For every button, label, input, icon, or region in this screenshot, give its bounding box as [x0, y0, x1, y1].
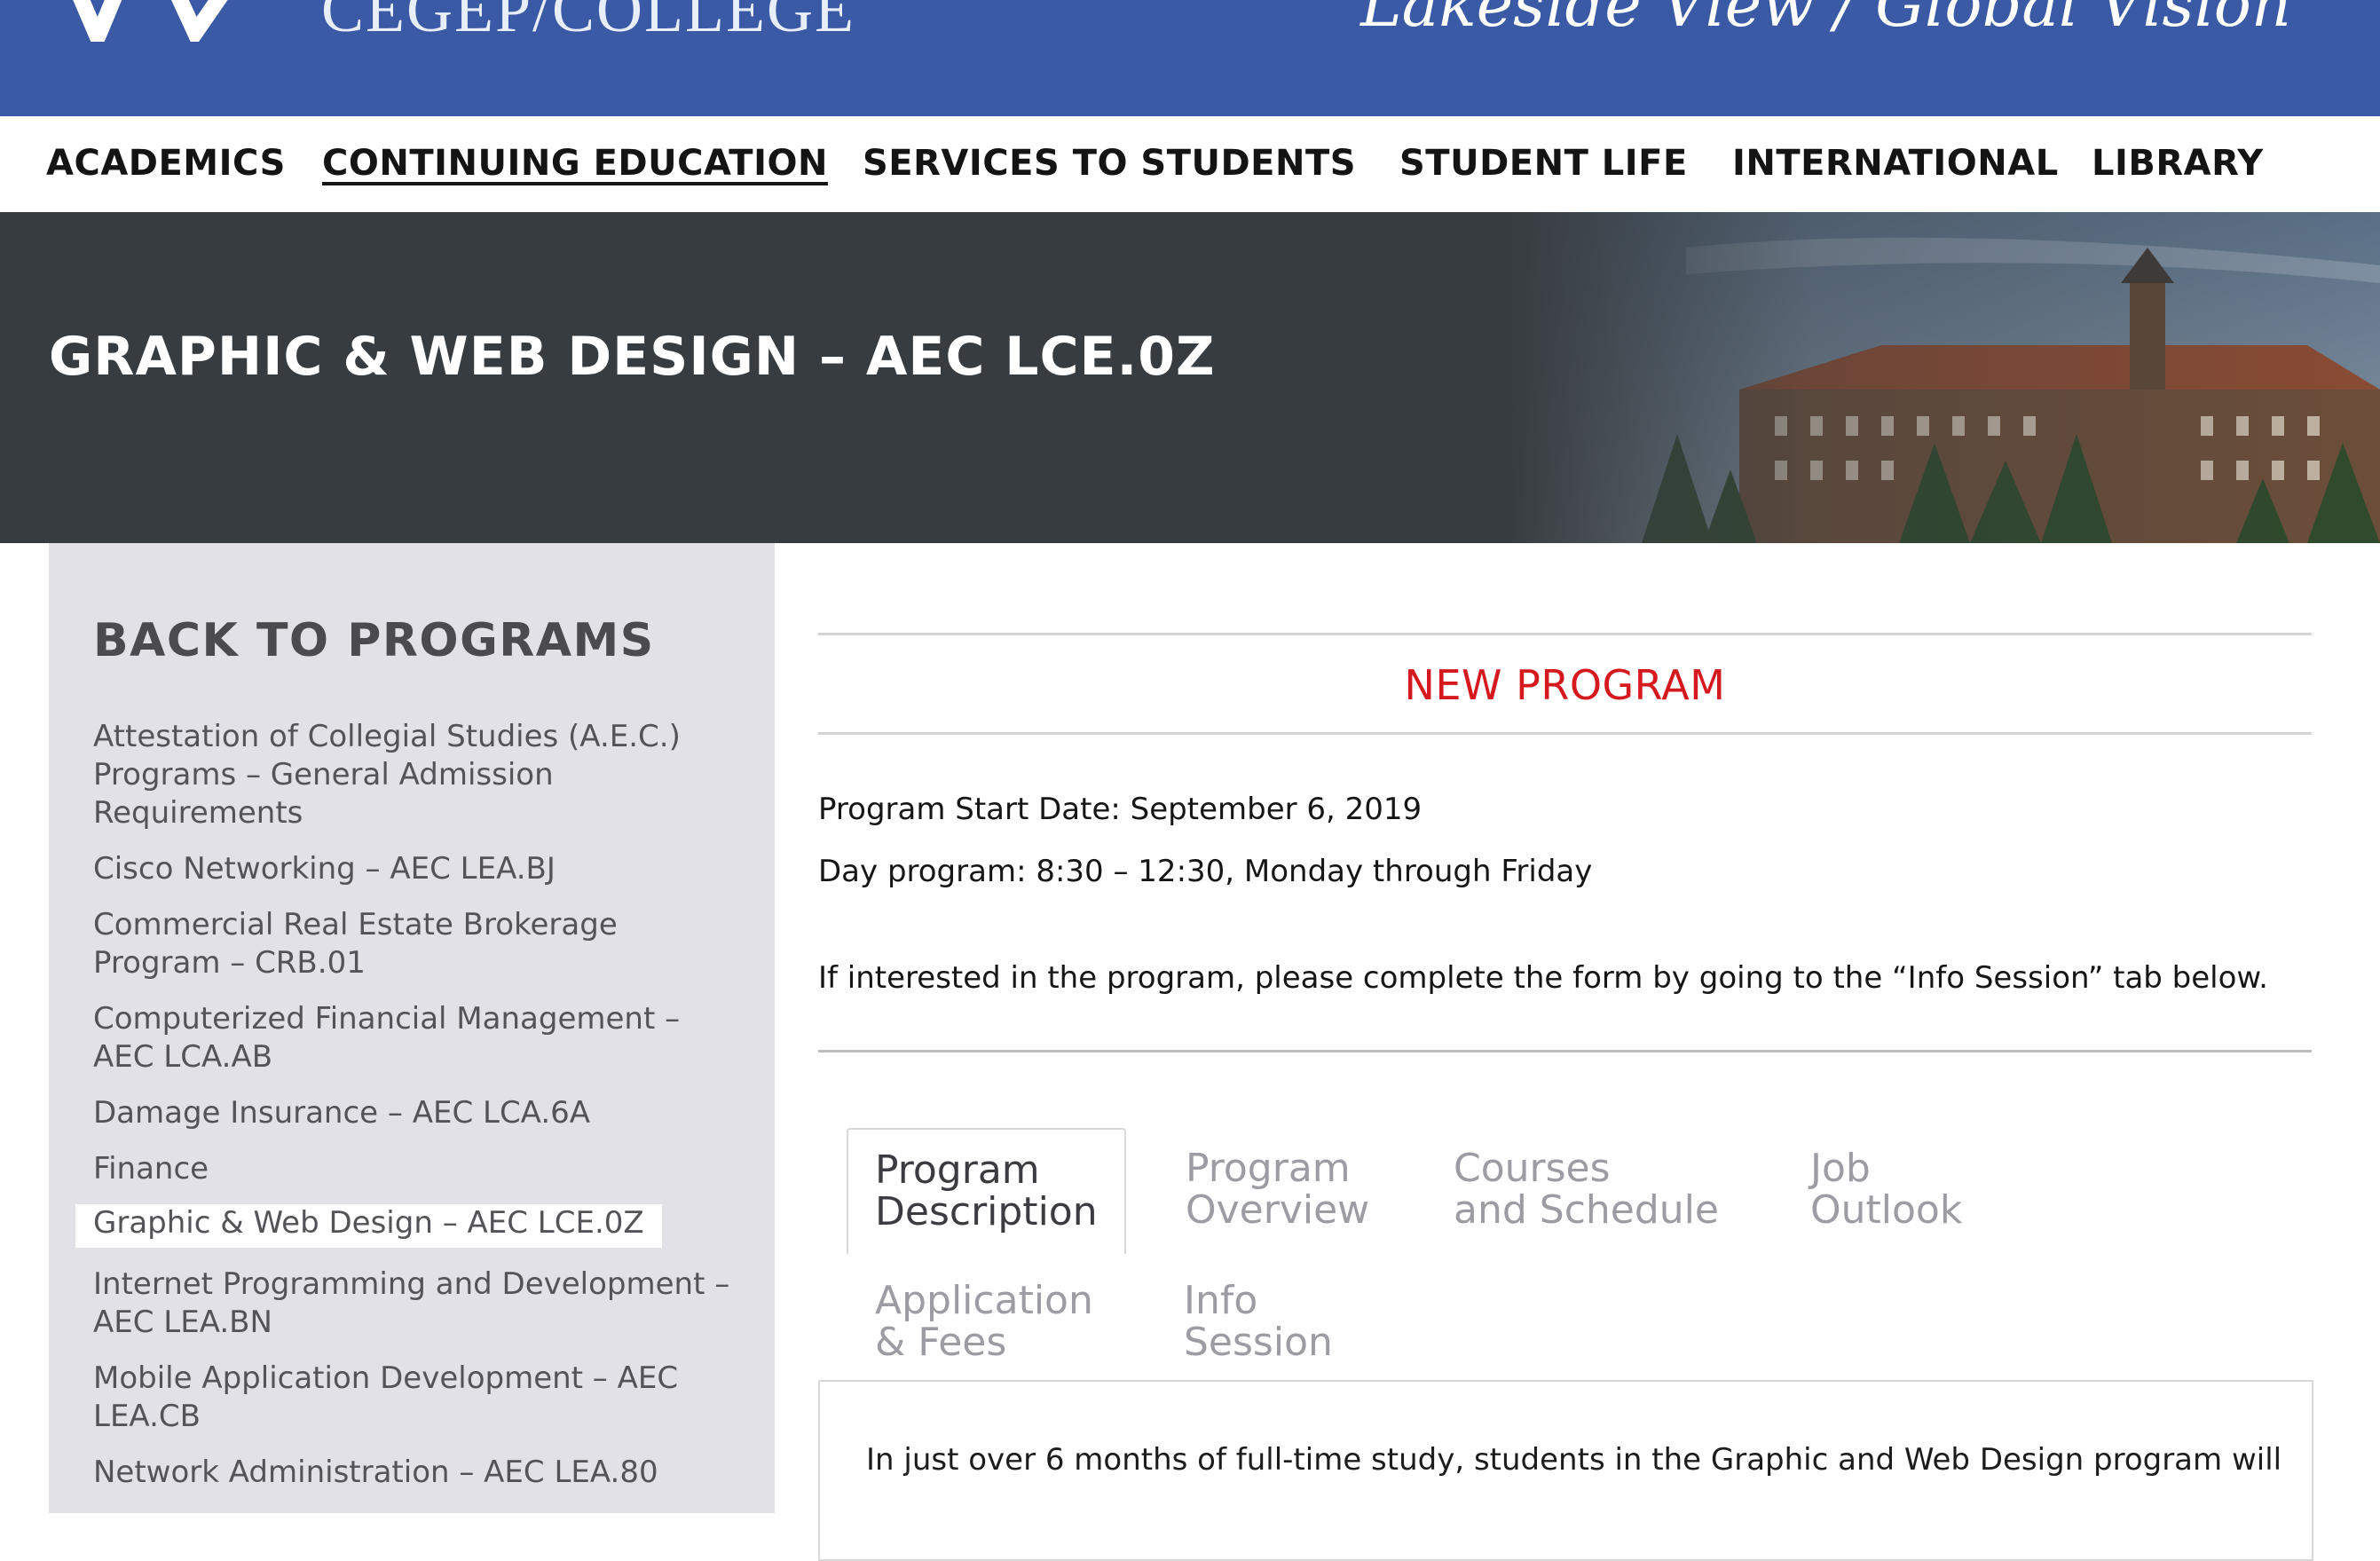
divider [818, 633, 2312, 635]
nav-services-to-students[interactable]: SERVICES TO STUDENTS [863, 143, 1356, 184]
program-description-text: In just over 6 months of full-time study… [866, 1442, 2282, 1478]
tab-label-line2: Description [875, 1189, 1098, 1234]
tab-panel-program-description: In just over 6 months of full-time study… [818, 1380, 2313, 1561]
nav-academics[interactable]: ACADEMICS [46, 143, 286, 184]
brand-name[interactable]: CEGEP/COLLEGE [321, 0, 855, 47]
hero-banner: GRAPHIC & WEB DESIGN – AEC LCE.0Z [0, 212, 2380, 543]
sidebar-item-internet-programming[interactable]: Internet Programming and Development – A… [49, 1264, 775, 1342]
sidebar-item-damage-insurance[interactable]: Damage Insurance – AEC LCA.6A [49, 1092, 775, 1132]
divider [818, 1050, 2312, 1052]
tab-label-line1: Application [875, 1278, 1093, 1323]
sidebar-item-network-admin[interactable]: Network Administration – AEC LEA.80 [49, 1452, 775, 1492]
schedule-text: Day program: 8:30 – 12:30, Monday throug… [818, 854, 1593, 889]
divider [818, 732, 2312, 735]
college-logo[interactable] [62, 0, 240, 59]
new-program-banner: NEW PROGRAM [1404, 661, 1726, 709]
tab-label-line1: Program [1186, 1146, 1351, 1191]
main-nav: ACADEMICS CONTINUING EDUCATION SERVICES … [0, 116, 2380, 213]
page-title: GRAPHIC & WEB DESIGN – AEC LCE.0Z [49, 326, 1216, 388]
sidebar-item-graphic-web-design[interactable]: Graphic & Web Design – AEC LCE.0Z [75, 1204, 662, 1248]
site-banner: CEGEP/COLLEGE Lakeside View / Global Vis… [0, 0, 2380, 116]
nav-continuing-education[interactable]: CONTINUING EDUCATION [322, 143, 828, 184]
tab-application-fees[interactable]: Application & Fees [875, 1280, 1093, 1363]
tab-label-line2: Overview [1186, 1187, 1370, 1233]
tab-courses-schedule[interactable]: Courses and Schedule [1454, 1147, 1719, 1231]
sidebar-item-aec-requirements[interactable]: Attestation of Collegial Studies (A.E.C.… [49, 716, 775, 832]
tab-label-line2: Session [1184, 1320, 1333, 1365]
campus-building-image [1509, 212, 2380, 543]
tab-label-line1: Program [875, 1147, 1040, 1193]
program-tabs: Program Description Program Overview Cou… [847, 1118, 2311, 1363]
tab-program-overview[interactable]: Program Overview [1186, 1147, 1369, 1231]
sidebar-item-finance[interactable]: Finance [49, 1148, 775, 1188]
tab-label-line1: Courses [1454, 1146, 1611, 1191]
back-to-programs-link[interactable]: BACK TO PROGRAMS [93, 614, 655, 667]
nav-student-life[interactable]: STUDENT LIFE [1399, 143, 1688, 184]
sidebar-item-real-estate[interactable]: Commercial Real Estate Brokerage Program… [49, 904, 775, 982]
start-date-text: Program Start Date: September 6, 2019 [818, 792, 1422, 827]
interest-note: If interested in the program, please com… [818, 960, 2268, 996]
tab-label-line1: Job [1810, 1146, 1871, 1191]
programs-sidebar: BACK TO PROGRAMS Attestation of Collegia… [49, 543, 775, 1513]
program-list: Attestation of Collegial Studies (A.E.C.… [49, 716, 775, 1508]
tab-label-line2: and Schedule [1454, 1187, 1719, 1233]
nav-library[interactable]: LIBRARY [2092, 143, 2264, 184]
sidebar-item-mobile-app-dev[interactable]: Mobile Application Development – AEC LEA… [49, 1358, 775, 1436]
tab-program-description[interactable]: Program Description [847, 1128, 1126, 1254]
sidebar-item-financial-management[interactable]: Computerized Financial Management – AEC … [49, 998, 775, 1076]
tab-label-line2: & Fees [875, 1320, 1007, 1365]
tab-label-line2: Outlook [1810, 1187, 1963, 1233]
tab-job-outlook[interactable]: Job Outlook [1810, 1147, 1962, 1231]
nav-international[interactable]: INTERNATIONAL [1732, 143, 2059, 184]
tab-info-session[interactable]: Info Session [1184, 1280, 1333, 1363]
tab-label-line1: Info [1184, 1278, 1258, 1323]
tagline: Lakeside View / Global Vision [1360, 0, 2291, 41]
sidebar-item-cisco-networking[interactable]: Cisco Networking – AEC LEA.BJ [49, 848, 775, 888]
